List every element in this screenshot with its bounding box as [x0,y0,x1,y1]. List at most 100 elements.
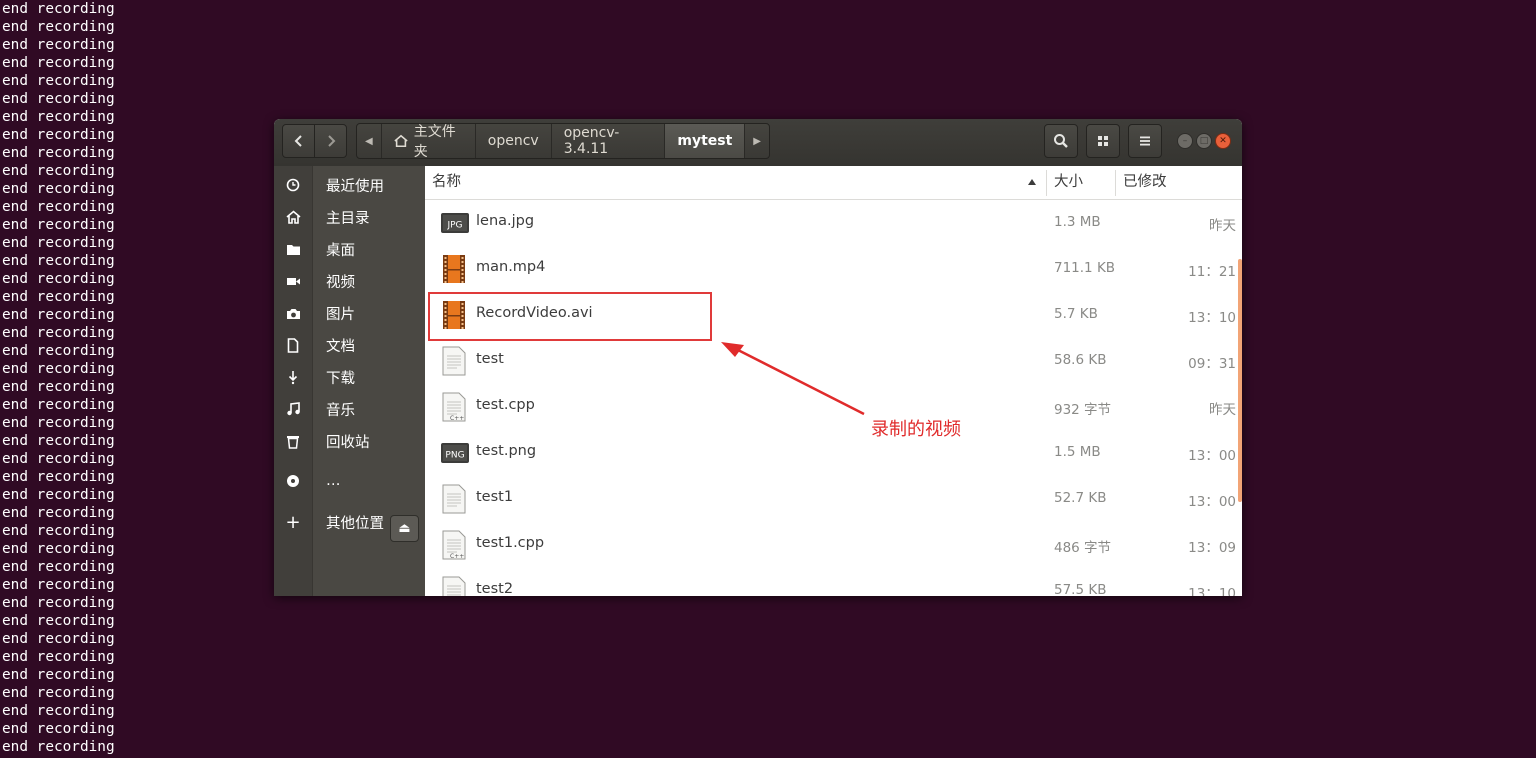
trash-icon [274,434,312,449]
back-button[interactable] [282,124,315,158]
file-modified: 13：00 [1188,494,1236,510]
file-name: test.cpp [476,397,535,413]
terminal-line: end recording [2,19,115,35]
scrollbar[interactable] [1238,259,1242,502]
svg-text:C++: C++ [450,415,464,422]
column-separator [1115,170,1116,196]
sidebar-item-label: … [326,473,341,489]
sidebar-item-documents[interactable]: 文档 [274,329,425,361]
terminal-line: end recording [2,73,115,89]
text-file-icon [440,346,468,376]
view-toggle-button[interactable] [1086,124,1120,158]
file-row[interactable]: C++ test1.cpp 486 字节 13：09 [425,522,1242,568]
terminal-line: end recording [2,649,115,665]
sidebar-item-label: 最近使用 [326,178,384,195]
chevron-right-icon [327,135,335,147]
download-icon [274,370,312,385]
sidebar-item-label: 桌面 [326,242,355,259]
sidebar-item-label: 主目录 [326,210,370,227]
breadcrumb-opencv[interactable]: opencv [476,124,552,158]
column-separator [1046,170,1047,196]
file-size: 57.5 KB [1054,582,1107,596]
breadcrumb-left-arrow[interactable]: ◀ [357,124,382,158]
sidebar: 最近使用 主目录 桌面 视频 图片 文档 下载 音乐 回收站 … ⏏ + 其他位… [274,166,426,596]
search-button[interactable] [1044,124,1078,158]
file-row[interactable]: test1 52.7 KB 13：00 [425,476,1242,522]
file-name: test [476,351,504,367]
jpg-file-icon: JPG [440,208,469,238]
png-file-icon: PNG [440,438,469,468]
sidebar-item-desktop[interactable]: 桌面 [274,233,425,265]
disc-icon [274,474,312,488]
breadcrumb-opencv-version[interactable]: opencv-3.4.11 [552,124,666,158]
sidebar-item-label: 文档 [326,338,355,355]
sidebar-item-downloads[interactable]: 下载 [274,361,425,393]
menu-button[interactable] [1128,124,1162,158]
maximize-button[interactable]: □ [1196,133,1212,149]
folder-icon [274,243,312,256]
terminal-line: end recording [2,721,115,737]
breadcrumb-right-arrow[interactable]: ▶ [745,124,769,158]
column-size-header[interactable]: 大小 [1054,166,1083,199]
file-size: 711.1 KB [1054,260,1116,276]
file-name: test2 [476,581,514,596]
terminal-line: end recording [2,595,115,611]
clock-icon [274,178,312,192]
chevron-left-icon [294,135,302,147]
sidebar-item-label: 视频 [326,274,355,291]
sidebar-item-label: 其他位置 [326,515,384,532]
file-size: 58.6 KB [1054,352,1107,368]
file-name: test1 [476,489,514,505]
sidebar-item-videos[interactable]: 视频 [274,265,425,297]
sidebar-item-music[interactable]: 音乐 [274,393,425,425]
video-camera-icon [274,276,312,287]
terminal-line: end recording [2,37,115,53]
file-size: 486 字节 [1054,540,1112,556]
close-icon: ✕ [1219,135,1227,146]
file-modified: 13：10 [1188,310,1236,326]
minimize-button[interactable]: – [1177,133,1193,149]
terminal-line: end recording [2,703,115,719]
column-modified-header[interactable]: 已修改 [1123,166,1167,199]
terminal-line: end recording [2,613,115,629]
cpp-file-icon: C++ [440,392,468,422]
maximize-icon: □ [1199,135,1209,146]
video-file-icon [440,254,468,284]
file-modified: 昨天 [1209,402,1236,418]
file-row[interactable]: man.mp4 711.1 KB 11：21 [425,246,1242,292]
sidebar-item-disc[interactable]: … [274,465,425,497]
breadcrumb-mytest[interactable]: mytest [665,124,746,158]
file-row[interactable]: test2 57.5 KB 13：10 [425,568,1242,596]
close-button[interactable]: ✕ [1215,133,1231,149]
sidebar-item-recent[interactable]: 最近使用 [274,169,425,201]
svg-text:JPG: JPG [446,221,462,231]
sidebar-item-label: 下载 [326,370,355,387]
file-size: 932 字节 [1054,402,1112,418]
sidebar-item-label: 回收站 [326,434,370,451]
document-icon [274,337,312,353]
breadcrumb-home[interactable]: 主文件夹 [382,124,476,158]
highlight-box [428,292,712,341]
file-modified: 昨天 [1209,218,1236,234]
file-name: lena.jpg [476,213,535,229]
sidebar-item-trash[interactable]: 回收站 [274,425,425,457]
file-row[interactable]: PNG test.png 1.5 MB 13：00 [425,430,1242,476]
sidebar-item-other-locations[interactable]: + 其他位置 [274,506,425,538]
file-name: test1.cpp [476,535,545,551]
file-size: 1.3 MB [1054,214,1101,230]
sidebar-item-pictures[interactable]: 图片 [274,297,425,329]
file-modified: 11：21 [1188,264,1236,280]
column-name-header[interactable]: 名称 [432,166,461,199]
file-modified: 13：00 [1188,448,1236,464]
sidebar-item-label: 音乐 [326,402,355,419]
header-bar: ◀ 主文件夹 opencv opencv-3.4.11 mytest ▶ – □… [274,119,1242,167]
file-modified: 13：10 [1188,586,1236,596]
sidebar-item-home[interactable]: 主目录 [274,201,425,233]
breadcrumb: ◀ 主文件夹 opencv opencv-3.4.11 mytest ▶ [356,123,770,159]
file-row[interactable]: JPG lena.jpg 1.3 MB 昨天 [425,200,1242,246]
file-name: man.mp4 [476,259,546,275]
forward-button[interactable] [314,124,347,158]
camera-icon [274,307,312,320]
file-size: 52.7 KB [1054,490,1107,506]
breadcrumb-label: 主文件夹 [413,124,456,159]
